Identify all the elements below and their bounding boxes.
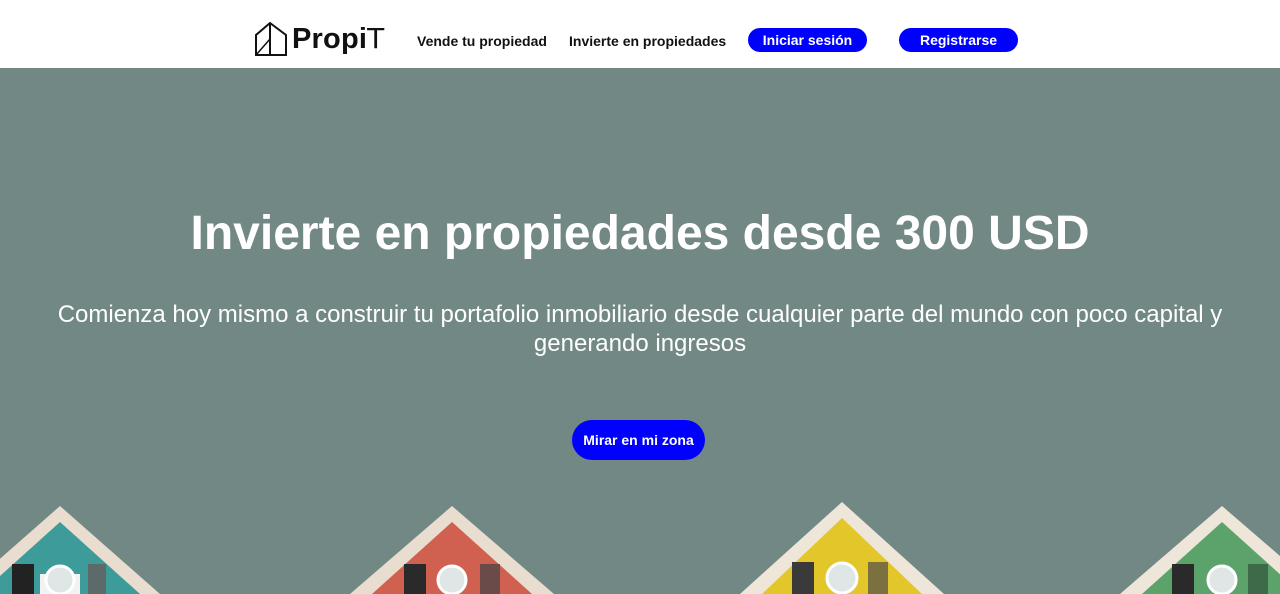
brand-name-bold: Propi — [292, 23, 368, 55]
brand-name: PropiT — [292, 20, 384, 58]
colorful-houses-image — [0, 502, 1280, 594]
brand-logo[interactable]: PropiT — [254, 20, 384, 58]
nav-sell-property-link[interactable]: Vende tu propiedad — [417, 32, 547, 50]
house-logo-icon — [254, 21, 288, 57]
nav-invest-properties-link[interactable]: Invierte en propiedades — [569, 32, 726, 50]
register-button[interactable]: Registrarse — [899, 28, 1018, 52]
view-my-area-button[interactable]: Mirar en mi zona — [572, 420, 705, 460]
hero-title: Invierte en propiedades desde 300 USD — [190, 207, 1090, 260]
site-header: PropiT Vende tu propiedad Invierte en pr… — [0, 0, 1280, 68]
brand-name-thin: T — [367, 22, 385, 55]
login-button[interactable]: Iniciar sesión — [748, 28, 867, 52]
hero-subtitle: Comienza hoy mismo a construir tu portaf… — [57, 301, 1223, 357]
hero-section: Invierte en propiedades desde 300 USD Co… — [0, 68, 1280, 594]
